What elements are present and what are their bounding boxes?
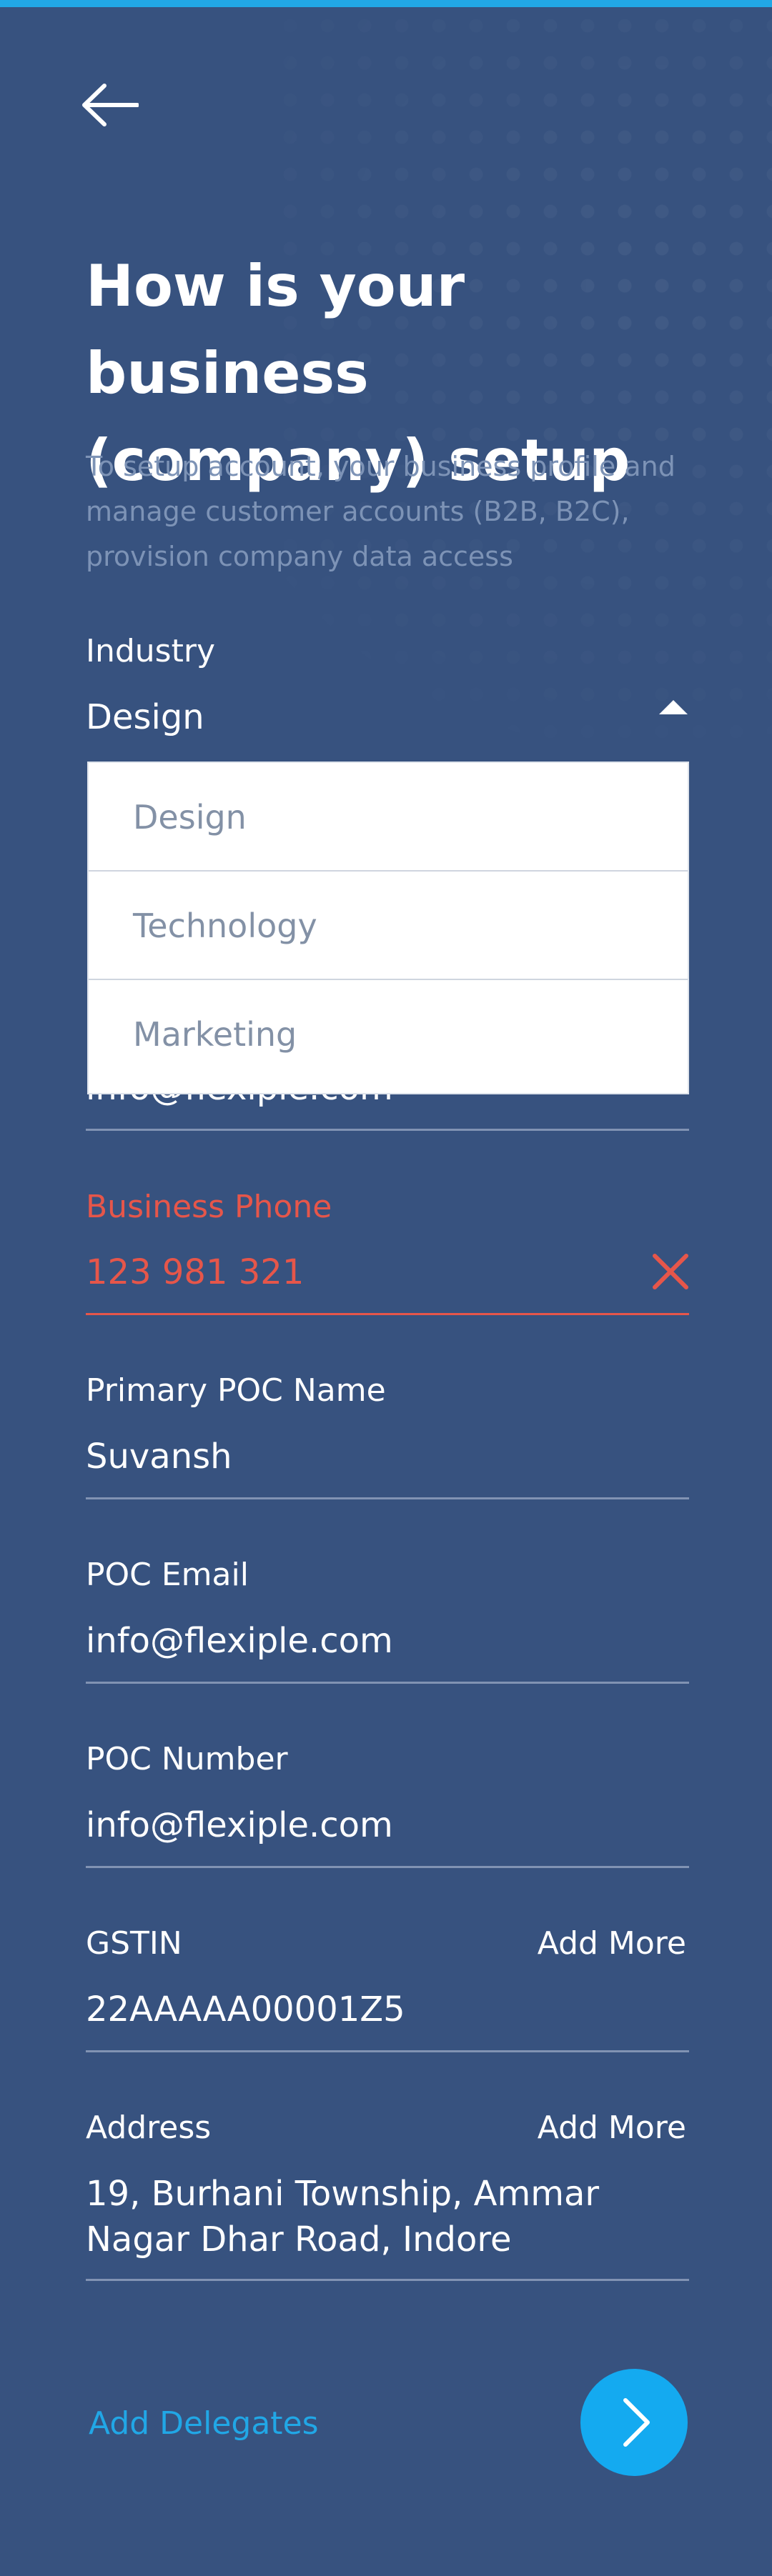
- industry-dropdown-menu: Design Technology Marketing: [87, 762, 689, 1094]
- business-email-underline: [86, 1129, 689, 1131]
- primary-poc-name-label: Primary POC Name: [86, 1372, 386, 1409]
- poc-number-label: POC Number: [86, 1741, 288, 1777]
- industry-select-value[interactable]: Design: [86, 697, 204, 737]
- business-phone-label: Business Phone: [86, 1189, 332, 1225]
- poc-number-field[interactable]: info@flexiple.com: [86, 1805, 393, 1845]
- clear-close-icon[interactable]: [650, 1252, 691, 1292]
- back-arrow-icon[interactable]: [80, 80, 139, 130]
- gstin-field[interactable]: 22AAAAA00001Z5: [86, 1990, 405, 2030]
- address-add-more-link[interactable]: Add More: [538, 2110, 686, 2146]
- gstin-underline: [86, 2050, 689, 2052]
- add-delegates-link[interactable]: Add Delegates: [89, 2405, 319, 2442]
- business-phone-underline: [86, 1313, 689, 1315]
- dropdown-option-marketing[interactable]: Marketing: [89, 980, 688, 1089]
- primary-poc-name-field[interactable]: Suvansh: [86, 1437, 232, 1477]
- address-underline: [86, 2279, 689, 2281]
- address-line-2[interactable]: Nagar Dhar Road, Indore: [86, 2220, 512, 2260]
- primary-poc-name-underline: [86, 1497, 689, 1499]
- poc-email-underline: [86, 1682, 689, 1684]
- poc-email-label: POC Email: [86, 1557, 249, 1593]
- address-line-1[interactable]: 19, Burhani Township, Ammar: [86, 2174, 599, 2214]
- chevron-right-icon: [623, 2398, 650, 2447]
- top-accent-bar: [0, 0, 772, 7]
- poc-number-underline: [86, 1866, 689, 1868]
- industry-label: Industry: [86, 633, 215, 669]
- gstin-label: GSTIN: [86, 1925, 182, 1962]
- page-subtitle: To setup account, your business profile …: [86, 451, 676, 572]
- business-phone-field[interactable]: 123 981 321: [86, 1252, 304, 1292]
- address-label: Address: [86, 2110, 212, 2146]
- next-button[interactable]: [580, 2369, 688, 2476]
- dropdown-option-technology[interactable]: Technology: [89, 872, 688, 980]
- poc-email-field[interactable]: info@flexiple.com: [86, 1621, 393, 1661]
- caret-up-icon[interactable]: [659, 700, 688, 714]
- dropdown-option-design[interactable]: Design: [89, 763, 688, 872]
- gstin-add-more-link[interactable]: Add More: [538, 1925, 686, 1962]
